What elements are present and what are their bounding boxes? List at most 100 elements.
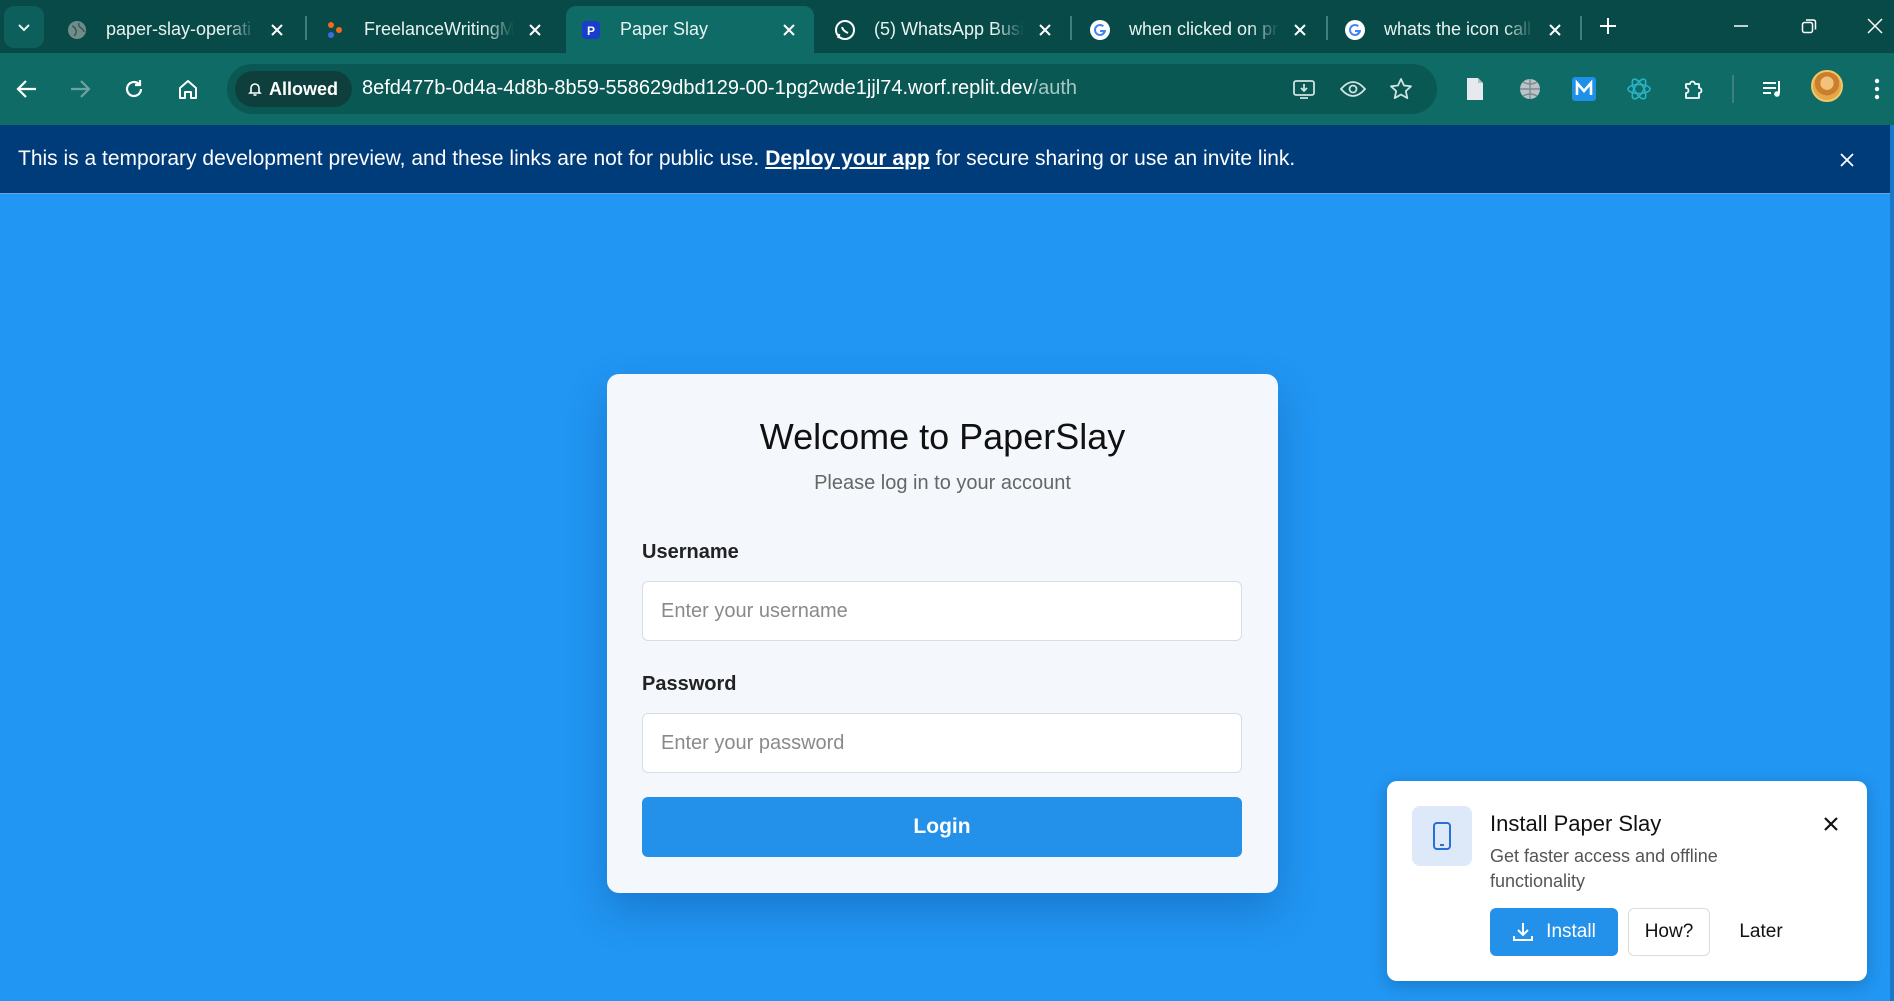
install-prompt-description: Get faster access and offline functional… [1490,846,1718,891]
globe-icon [1520,79,1540,99]
username-input[interactable] [642,581,1242,641]
restore-icon [1801,19,1817,34]
m-logo-icon [1572,77,1596,101]
toolbar-separator [1732,75,1734,103]
forward-button[interactable] [60,69,100,109]
bell-icon [248,83,262,96]
svg-text:P: P [587,24,595,38]
plus-icon [1600,18,1616,34]
tab-freelance-writing[interactable]: FreelanceWritingM [310,6,560,53]
close-tab-icon[interactable] [1034,19,1056,41]
tab-paper-slay[interactable]: P Paper Slay [566,6,814,53]
document-icon [1467,78,1483,100]
reload-icon [125,80,143,98]
close-tab-icon[interactable] [1289,19,1311,41]
star-icon [1390,78,1412,99]
extensions-button[interactable] [1676,71,1712,107]
view-button[interactable] [1337,73,1369,105]
tab-title: when clicked on pr [1129,19,1279,39]
chevron-down-icon [18,24,30,32]
media-queue-icon [1763,81,1780,97]
page-scrollbar[interactable] [1890,125,1894,1001]
extension-atom[interactable] [1621,71,1657,107]
close-icon [1867,18,1883,34]
password-label: Password [642,673,737,695]
paper-slay-icon: P [580,19,602,41]
url-path: /auth [1032,77,1077,99]
close-window-button[interactable] [1856,8,1894,44]
tab-title: (5) WhatsApp Busi [874,19,1024,39]
tab-google-search-2[interactable]: whats the icon call [1330,6,1580,53]
extension-document[interactable] [1457,71,1493,107]
close-tab-icon[interactable] [1544,19,1566,41]
eye-icon [1340,81,1366,97]
close-icon [1824,817,1838,831]
minimize-button[interactable] [1718,8,1764,44]
back-button[interactable] [7,69,47,109]
later-button[interactable]: Later [1720,908,1802,956]
mobile-device-icon [1412,806,1472,866]
banner-close-button[interactable] [1834,147,1860,173]
url-text[interactable]: 8efd477b-0d4a-4d8b-8b59-558629dbd129-00-… [362,77,1077,100]
install-app-button[interactable] [1288,73,1320,105]
puzzle-icon [1685,80,1703,99]
media-control-button[interactable] [1755,71,1791,107]
more-vertical-icon [1874,78,1880,100]
close-tab-icon[interactable] [266,19,288,41]
login-title: Welcome to PaperSlay [759,416,1126,457]
browser-toolbar: Allowed 8efd477b-0d4a-4d8b-8b59-558629db… [0,53,1894,125]
install-button[interactable]: Install [1490,908,1618,956]
tab-separator [305,16,307,40]
install-prompt-close-button[interactable] [1817,810,1845,838]
tab-google-search-1[interactable]: when clicked on pr [1075,6,1325,53]
tab-strip: paper-slay-operati FreelanceWritingM P P… [0,0,1894,53]
atom-icon [1627,78,1651,100]
url-host: 8efd477b-0d4a-4d8b-8b59-558629dbd129-00-… [362,77,1033,99]
globe-icon [66,19,88,41]
close-icon [1840,153,1854,167]
permission-chip-label: Allowed [269,78,339,99]
tab-paper-slay-operations[interactable]: paper-slay-operati [52,6,302,53]
arrow-right-icon [71,80,91,98]
how-button[interactable]: How? [1628,908,1710,956]
profile-avatar[interactable] [1811,70,1843,102]
install-prompt-title: Install Paper Slay [1490,811,1662,836]
install-app-icon [1293,80,1315,99]
tab-separator [1580,16,1582,40]
tab-title: Paper Slay [620,19,709,39]
close-tab-icon[interactable] [524,19,546,41]
browser-menu-button[interactable] [1862,71,1892,107]
address-bar[interactable]: Allowed 8efd477b-0d4a-4d8b-8b59-558629db… [227,64,1437,114]
tab-title: FreelanceWritingM [364,19,514,39]
banner-text: This is a temporary development preview,… [18,147,760,170]
install-button-label: Install [1546,921,1596,942]
home-button[interactable] [168,69,208,109]
tab-title: whats the icon call [1384,19,1532,39]
freelance-logo-icon [324,19,346,41]
whatsapp-icon [834,19,856,41]
install-prompt: Install Paper Slay Get faster access and… [1387,781,1867,981]
arrow-left-icon [16,80,36,98]
login-button[interactable]: Login [642,797,1242,857]
tab-title: paper-slay-operati [106,19,252,39]
deploy-app-link[interactable]: Deploy your app [765,147,930,171]
google-icon [1344,19,1366,41]
minimize-icon [1734,25,1748,27]
download-icon [1513,923,1534,941]
extension-m[interactable] [1566,71,1602,107]
close-tab-icon[interactable] [778,19,800,41]
new-tab-button[interactable] [1592,10,1624,42]
bookmark-button[interactable] [1385,73,1417,105]
username-label: Username [642,541,739,563]
reload-button[interactable] [114,69,154,109]
permission-chip[interactable]: Allowed [235,71,353,107]
tab-whatsapp-business[interactable]: (5) WhatsApp Busi [820,6,1070,53]
home-icon [179,80,197,99]
google-icon [1089,19,1111,41]
tab-separator [1070,16,1072,40]
extension-globe[interactable] [1512,71,1548,107]
tab-separator [1326,16,1328,40]
password-input[interactable] [642,713,1242,773]
tab-search-button[interactable] [4,6,44,48]
restore-button[interactable] [1786,8,1832,44]
